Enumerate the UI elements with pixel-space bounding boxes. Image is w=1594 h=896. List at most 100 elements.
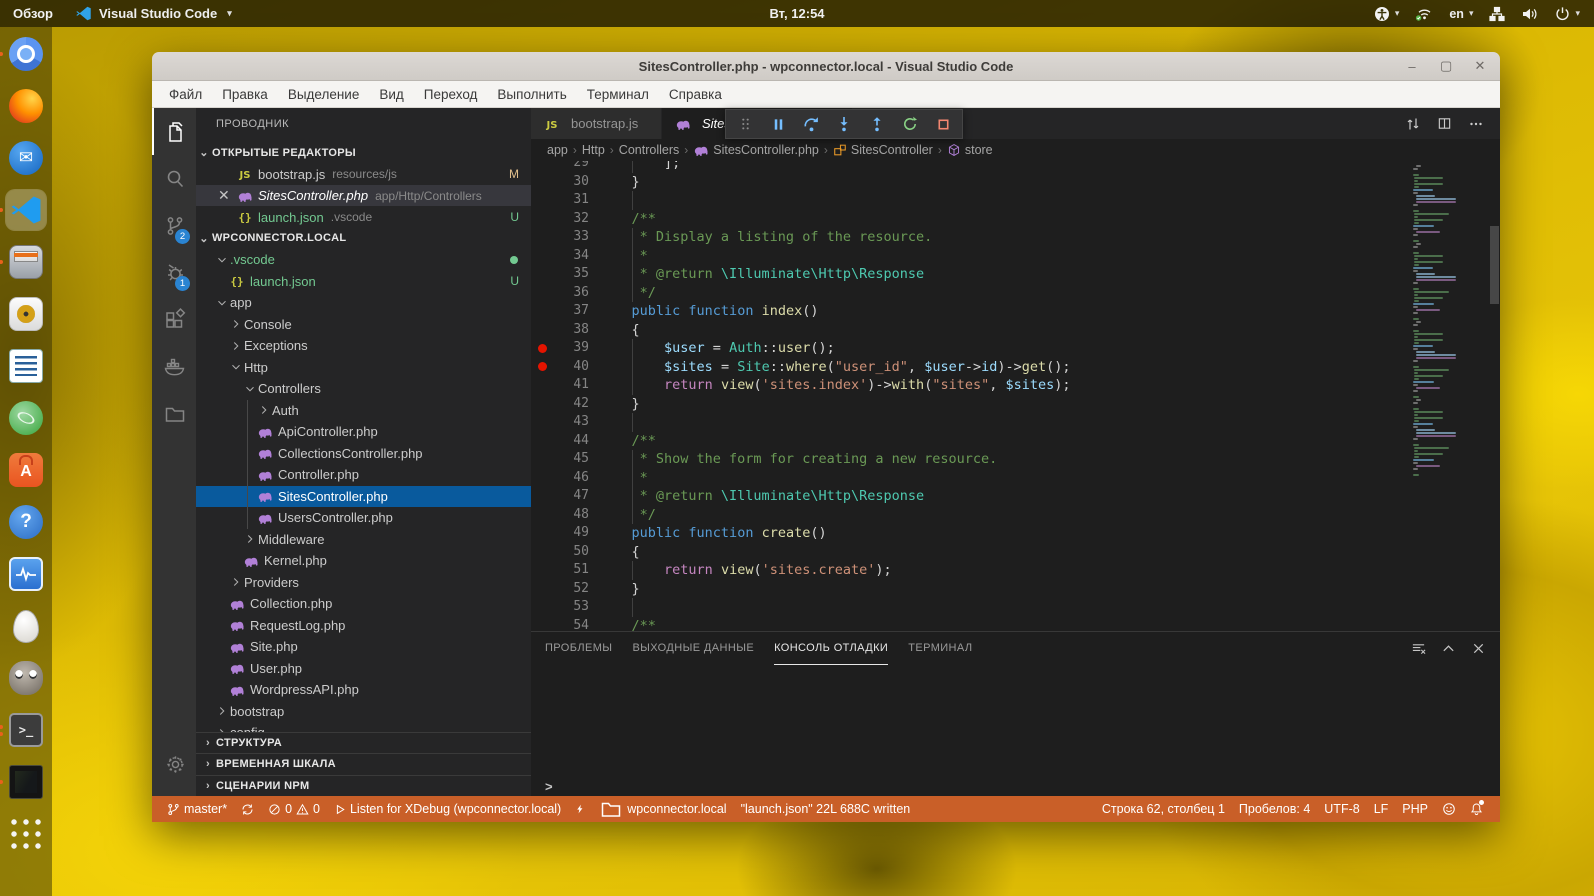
help-launcher[interactable]: [6, 502, 46, 542]
maximize-button[interactable]: ▢: [1440, 58, 1452, 74]
swap-editors-icon[interactable]: [1405, 116, 1421, 132]
tree-item-sitescontroller.php[interactable]: SitesController.php: [196, 486, 531, 508]
menu-терминал[interactable]: Терминал: [578, 84, 658, 105]
code-line-30[interactable]: 30 }: [531, 173, 1500, 192]
code-line-54[interactable]: 54 /**: [531, 617, 1500, 632]
vscode-launcher[interactable]: [6, 190, 46, 230]
tree-item-providers[interactable]: Providers: [196, 572, 531, 594]
open-editor-item[interactable]: ✕SitesController.phpapp/Http/Controllers: [196, 185, 531, 207]
code-line-41[interactable]: 41 return view('sites.index')->with("sit…: [531, 376, 1500, 395]
breadcrumb-http[interactable]: Http: [582, 143, 605, 157]
chromium-launcher[interactable]: [6, 34, 46, 74]
tree-item-user.php[interactable]: User.php: [196, 658, 531, 680]
panel-tab-консоль-отладки[interactable]: КОНСОЛЬ ОТЛАДКИ: [774, 632, 888, 665]
open-editors-header[interactable]: ⌄ ОТКРЫТЫЕ РЕДАКТОРЫ: [196, 142, 531, 163]
menu-правка[interactable]: Правка: [213, 84, 277, 105]
firefox-launcher[interactable]: [6, 86, 46, 126]
code-line-53[interactable]: 53: [531, 598, 1500, 617]
breadcrumb-sitescontroller[interactable]: SitesController: [833, 143, 933, 157]
volume[interactable]: [1521, 6, 1539, 22]
status-problems[interactable]: 00: [261, 796, 327, 822]
menu-переход[interactable]: Переход: [415, 84, 487, 105]
tree-item-collection.php[interactable]: Collection.php: [196, 593, 531, 615]
menu-выделение[interactable]: Выделение: [279, 84, 369, 105]
status-indentation[interactable]: Пробелов: 4: [1232, 802, 1317, 816]
maximize-panel-icon[interactable]: [1441, 641, 1456, 656]
section-временная-шкала[interactable]: ›ВРЕМЕННАЯ ШКАЛА: [196, 753, 531, 775]
screenshot-tool-launcher[interactable]: [6, 762, 46, 802]
network-wifi[interactable]: [1415, 6, 1433, 22]
split-editor-icon[interactable]: [1437, 116, 1452, 131]
activitybar-search[interactable]: [152, 155, 196, 202]
status-xdebug[interactable]: [568, 796, 592, 822]
close-icon[interactable]: ✕: [218, 187, 230, 204]
tree-item-config[interactable]: config: [196, 722, 531, 731]
tree-item-auth[interactable]: Auth: [196, 400, 531, 422]
code-line-42[interactable]: 42 }: [531, 395, 1500, 414]
code-line-31[interactable]: 31: [531, 191, 1500, 210]
accessibility-menu[interactable]: ▾: [1374, 6, 1400, 22]
tree-item-http[interactable]: Http: [196, 357, 531, 379]
open-editor-item[interactable]: {}launch.json.vscodeU: [196, 206, 531, 228]
code-line-37[interactable]: 37 public function index(): [531, 302, 1500, 321]
workspace-header[interactable]: ⌄ WPCONNECTOR.LOCAL: [196, 228, 531, 249]
tree-item-exceptions[interactable]: Exceptions: [196, 335, 531, 357]
panel-tab-терминал[interactable]: ТЕРМИНАЛ: [908, 632, 972, 665]
minimap[interactable]: [1408, 165, 1488, 627]
debug-console-output[interactable]: [531, 665, 1500, 776]
tree-item-controllers[interactable]: Controllers: [196, 378, 531, 400]
breadcrumb-sitescontroller.php[interactable]: SitesController.php: [693, 142, 819, 158]
close-panel-icon[interactable]: [1471, 641, 1486, 656]
code-line-46[interactable]: 46 *: [531, 469, 1500, 488]
code-line-48[interactable]: 48 */: [531, 506, 1500, 525]
code-line-39[interactable]: 39 $user = Auth::user();: [531, 339, 1500, 358]
tree-item-requestlog.php[interactable]: RequestLog.php: [196, 615, 531, 637]
tree-item-wordpressapi.php[interactable]: WordpressAPI.php: [196, 679, 531, 701]
pause-button[interactable]: [766, 112, 790, 136]
breadcrumb-store[interactable]: store: [947, 143, 993, 157]
tree-item-bootstrap[interactable]: bootstrap: [196, 701, 531, 723]
tree-item-middleware[interactable]: Middleware: [196, 529, 531, 551]
tree-item-apicontroller.php[interactable]: ApiController.php: [196, 421, 531, 443]
clear-console-icon[interactable]: [1411, 641, 1426, 656]
tree-item-console[interactable]: Console: [196, 314, 531, 336]
tree-item-app[interactable]: app: [196, 292, 531, 314]
menu-файл[interactable]: Файл: [160, 84, 211, 105]
more-actions-icon[interactable]: [1468, 116, 1484, 132]
status-cursor-position[interactable]: Строка 62, столбец 1: [1095, 802, 1232, 816]
status-eol[interactable]: LF: [1367, 802, 1396, 816]
code-line-35[interactable]: 35 * @return \Illuminate\Http\Response: [531, 265, 1500, 284]
ubuntu-software-launcher[interactable]: [6, 450, 46, 490]
terminal-launcher[interactable]: [6, 710, 46, 750]
file-cabinet-launcher[interactable]: [6, 242, 46, 282]
app-grid-launcher[interactable]: [6, 814, 46, 854]
menu-выполнить[interactable]: Выполнить: [488, 84, 575, 105]
thunderbird-launcher[interactable]: [6, 138, 46, 178]
step-over-button[interactable]: [799, 112, 823, 136]
drag-handle-button[interactable]: [733, 112, 757, 136]
breadcrumb-controllers[interactable]: Controllers: [619, 143, 679, 157]
tab-bootstrap.js[interactable]: JSbootstrap.js: [531, 108, 661, 139]
code-line-33[interactable]: 33 * Display a listing of the resource.: [531, 228, 1500, 247]
menu-вид[interactable]: Вид: [370, 84, 412, 105]
code-line-36[interactable]: 36 */: [531, 284, 1500, 303]
power-menu[interactable]: ▾: [1555, 6, 1580, 21]
tree-item-collectionscontroller.php[interactable]: CollectionsController.php: [196, 443, 531, 465]
status-encoding[interactable]: UTF-8: [1317, 802, 1366, 816]
restart-button[interactable]: [898, 112, 922, 136]
code-line-32[interactable]: 32 /**: [531, 210, 1500, 229]
status-feedback[interactable]: [1435, 802, 1463, 816]
panel-tab-проблемы[interactable]: ПРОБЛЕМЫ: [545, 632, 612, 665]
tree-item-launch.json[interactable]: {}launch.jsonU: [196, 271, 531, 293]
status-debug-launch[interactable]: Listen for XDebug (wpconnector.local): [327, 796, 568, 822]
activitybar-extensions[interactable]: [152, 296, 196, 343]
code-line-47[interactable]: 47 * @return \Illuminate\Http\Response: [531, 487, 1500, 506]
debug-console-input[interactable]: >: [531, 776, 1500, 796]
status-notifications[interactable]: [1463, 802, 1490, 816]
minimize-button[interactable]: –: [1406, 59, 1418, 74]
open-editor-item[interactable]: JSbootstrap.jsresources/jsM: [196, 163, 531, 185]
keyboard-layout[interactable]: en▾: [1449, 7, 1473, 21]
code-editor[interactable]: 29 ];30 }3132 /**33 * Display a listing …: [531, 161, 1500, 631]
status-sync[interactable]: [234, 796, 261, 822]
tree-item-.vscode[interactable]: .vscode: [196, 249, 531, 271]
